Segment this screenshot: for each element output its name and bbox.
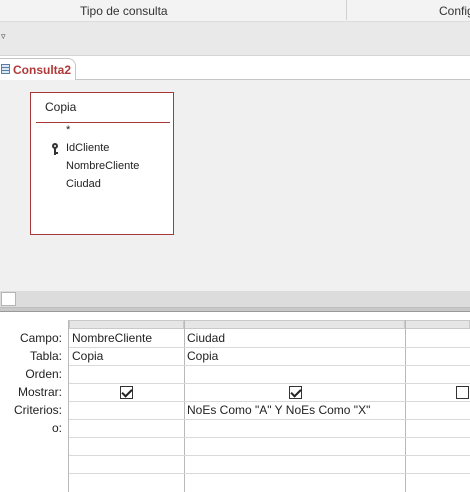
checkbox-mostrar-2[interactable] (289, 386, 302, 399)
row-label-criterios: Criterios: (13, 403, 62, 417)
query-design-canvas[interactable]: Copia * IdCliente NombreCliente Ciudad (0, 80, 470, 291)
primary-key-icon (51, 143, 59, 155)
horizontal-scrollbar[interactable] (0, 291, 470, 307)
ribbon-group-labels: Tipo de consulta Config (0, 0, 470, 22)
ribbon-group-config: Config (439, 4, 470, 18)
tab-label: Consulta2 (13, 63, 72, 77)
grid-line (184, 320, 185, 492)
grid-line (69, 383, 470, 384)
grid-line (69, 473, 470, 474)
table-field-list-copia[interactable]: Copia * IdCliente NombreCliente Ciudad (30, 92, 174, 235)
grid-line (69, 419, 470, 420)
quick-access-strip: ▿ (0, 22, 470, 56)
table-title-divider (36, 122, 170, 123)
row-label-o: o: (51, 421, 62, 435)
row-label-orden: Orden: (25, 367, 62, 381)
column-selector-2[interactable] (184, 320, 405, 329)
table-title[interactable]: Copia (45, 100, 76, 114)
row-label-campo: Campo: (19, 331, 62, 345)
field-ciudad[interactable]: Ciudad (66, 178, 101, 190)
grid-line (69, 401, 470, 402)
row-label-tabla: Tabla: (29, 349, 62, 363)
field-idcliente[interactable]: IdCliente (66, 142, 109, 154)
column-selector-3[interactable] (405, 320, 470, 329)
grid-line (68, 320, 69, 492)
cell-tabla-1[interactable]: Copia (72, 349, 103, 363)
query-icon (1, 64, 10, 74)
cell-campo-2[interactable]: Ciudad (187, 331, 225, 345)
row-label-mostrar: Mostrar: (17, 385, 62, 399)
grid-line (69, 365, 470, 366)
cell-tabla-2[interactable]: Copia (187, 349, 218, 363)
ribbon-separator (346, 0, 347, 20)
grid-line (69, 437, 470, 438)
tab-consulta2[interactable]: Consulta2 (0, 58, 76, 81)
grid-line (69, 347, 470, 348)
scrollbar-corner-box[interactable] (1, 292, 16, 306)
field-nombrecliente[interactable]: NombreCliente (66, 160, 139, 172)
grid-line (405, 320, 406, 492)
ribbon-group-query-type: Tipo de consulta (80, 4, 168, 18)
cell-criterios-2[interactable]: NoEs Como "A" Y NoEs Como "X" (187, 403, 370, 417)
column-selector-1[interactable] (69, 320, 184, 329)
dropdown-arrow-icon[interactable]: ▿ (1, 31, 6, 41)
checkbox-mostrar-1[interactable] (120, 386, 133, 399)
grid-line (69, 455, 470, 456)
cell-campo-1[interactable]: NombreCliente (72, 331, 152, 345)
field-all[interactable]: * (66, 124, 70, 136)
document-tab-bar: Consulta2 (0, 56, 470, 81)
query-design-grid: Campo: Tabla: Orden: Mostrar: Criterios:… (0, 312, 470, 492)
checkbox-mostrar-3[interactable] (456, 386, 469, 399)
